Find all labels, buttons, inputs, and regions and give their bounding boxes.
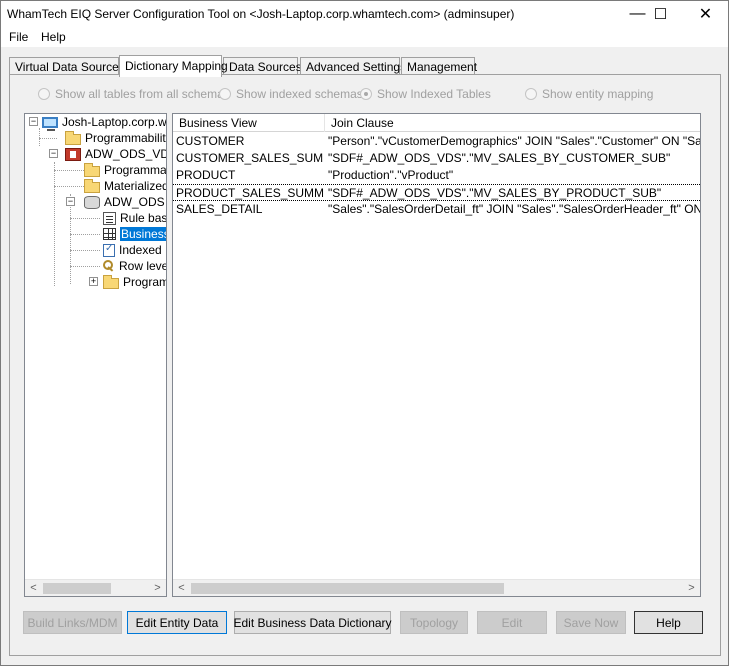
collapse-icon[interactable]: − bbox=[49, 149, 58, 158]
tree-node-vds-programmability[interactable]: Programmability bbox=[84, 162, 166, 178]
tree-node-adw-programmability[interactable]: Programmability bbox=[103, 274, 166, 290]
menu-file[interactable]: File bbox=[9, 30, 28, 44]
grid-icon bbox=[103, 228, 116, 240]
tree-horizontal-scrollbar[interactable]: < > bbox=[25, 579, 166, 596]
grid-horizontal-scrollbar[interactable]: < > bbox=[173, 579, 700, 596]
window-title: WhamTech EIQ Server Configuration Tool o… bbox=[7, 7, 515, 21]
edit-button[interactable]: Edit bbox=[477, 611, 547, 634]
folder-icon bbox=[65, 130, 81, 145]
save-now-button[interactable]: Save Now bbox=[556, 611, 626, 634]
expand-icon[interactable]: + bbox=[89, 277, 98, 286]
collapse-icon[interactable]: − bbox=[66, 197, 75, 206]
column-header-join-clause[interactable]: Join Clause bbox=[325, 114, 700, 132]
tree-node-indexed[interactable]: Indexed bbox=[103, 242, 162, 258]
edit-entity-data-button[interactable]: Edit Entity Data bbox=[127, 611, 227, 634]
column-header-business-view[interactable]: Business View bbox=[173, 114, 325, 132]
topology-button[interactable]: Topology bbox=[400, 611, 468, 634]
radio-circle-icon bbox=[525, 88, 537, 100]
checklist-icon bbox=[103, 243, 115, 257]
table-row[interactable]: CUSTOMER "Person"."vCustomerDemographics… bbox=[173, 133, 700, 150]
folder-icon bbox=[103, 274, 119, 289]
vds-icon bbox=[65, 147, 81, 161]
radio-circle-icon bbox=[38, 88, 50, 100]
scroll-right-icon[interactable]: > bbox=[149, 580, 166, 596]
close-button[interactable]: ✕ bbox=[683, 1, 728, 27]
tree-node-rule-base[interactable]: Rule base bbox=[103, 210, 166, 226]
edit-business-data-dictionary-button[interactable]: Edit Business Data Dictionary bbox=[233, 611, 392, 634]
table-row[interactable]: PRODUCT "Production"."vProduct" bbox=[173, 167, 700, 184]
radio-circle-icon bbox=[219, 88, 231, 100]
scroll-left-icon[interactable]: < bbox=[25, 580, 42, 596]
tree-node-business[interactable]: Business bbox=[103, 226, 166, 242]
table-row[interactable]: CUSTOMER_SALES_SUM... "SDF#_ADW_ODS_VDS"… bbox=[173, 150, 700, 167]
business-view-grid[interactable]: Business View Join Clause CUSTOMER "Pers… bbox=[172, 113, 701, 597]
rule-icon bbox=[103, 211, 116, 225]
build-links-mdm-button[interactable]: Build Links/MDM bbox=[23, 611, 122, 634]
collapse-icon[interactable]: − bbox=[29, 117, 38, 126]
schema-tree[interactable]: − Josh-Laptop.corp.whamtech.com Programm… bbox=[24, 113, 167, 597]
database-icon bbox=[84, 195, 100, 209]
help-button[interactable]: Help bbox=[634, 611, 703, 634]
radio-show-entity-mapping[interactable]: Show entity mapping bbox=[525, 87, 653, 101]
menu-bar: File Help bbox=[1, 27, 728, 47]
key-icon bbox=[103, 260, 115, 272]
title-bar: WhamTech EIQ Server Configuration Tool o… bbox=[1, 1, 728, 27]
scroll-thumb[interactable] bbox=[43, 583, 111, 594]
scroll-thumb[interactable] bbox=[191, 583, 504, 594]
tree-node-adw-ods[interactable]: ADW_ODS bbox=[84, 194, 165, 210]
scroll-right-icon[interactable]: > bbox=[683, 580, 700, 596]
radio-show-indexed-tables[interactable]: Show Indexed Tables bbox=[360, 87, 491, 101]
table-row[interactable]: SALES_DETAIL "Sales"."SalesOrderDetail_f… bbox=[173, 201, 700, 218]
menu-help[interactable]: Help bbox=[41, 30, 66, 44]
scroll-left-icon[interactable]: < bbox=[173, 580, 190, 596]
maximize-button[interactable]: ☐ bbox=[638, 1, 683, 27]
radio-show-all-tables[interactable]: Show all tables from all schemas bbox=[38, 87, 230, 101]
tree-node-vds[interactable]: ADW_ODS_VDS bbox=[65, 146, 166, 162]
tab-dictionary-mapping[interactable]: Dictionary Mapping bbox=[119, 55, 228, 77]
tree-node-server[interactable]: Josh-Laptop.corp.whamtech.com bbox=[42, 114, 166, 131]
tree-node-materialized[interactable]: Materialized bbox=[84, 178, 166, 194]
folder-icon bbox=[84, 178, 100, 193]
tree-node-row-level[interactable]: Row level bbox=[103, 258, 166, 274]
radio-show-indexed-schemas[interactable]: Show indexed schemas bbox=[219, 87, 363, 101]
tree-node-programmability[interactable]: Programmability bbox=[65, 130, 166, 146]
table-row[interactable]: PRODUCT_SALES_SUMM... "SDF#_ADW_ODS_VDS"… bbox=[173, 184, 700, 201]
radio-checked-icon bbox=[360, 88, 372, 100]
folder-icon bbox=[84, 162, 100, 177]
grid-header: Business View Join Clause bbox=[173, 114, 700, 132]
computer-icon bbox=[42, 116, 58, 131]
main-window: WhamTech EIQ Server Configuration Tool o… bbox=[0, 0, 729, 666]
